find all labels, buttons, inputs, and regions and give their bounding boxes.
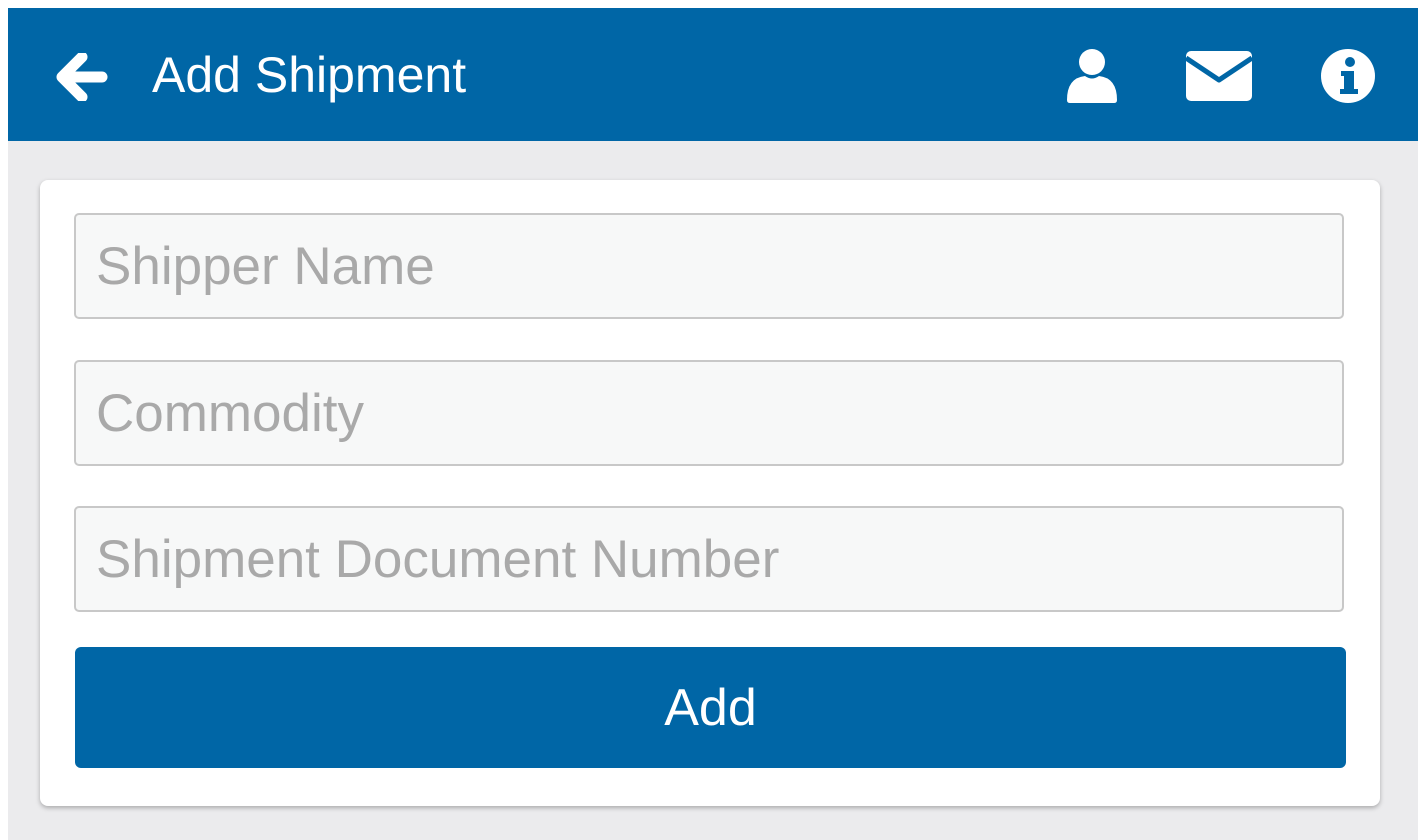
mail-button[interactable] <box>1184 44 1254 108</box>
shipment-document-number-input[interactable] <box>74 506 1344 612</box>
info-button[interactable] <box>1320 44 1376 108</box>
arrow-left-icon <box>56 53 108 101</box>
envelope-icon <box>1185 51 1253 101</box>
shipper-name-input[interactable] <box>74 213 1344 319</box>
shipment-form-card: Add <box>40 180 1380 806</box>
back-button[interactable] <box>52 49 112 105</box>
info-icon <box>1321 49 1375 103</box>
commodity-input[interactable] <box>74 360 1344 466</box>
add-button[interactable]: Add <box>75 647 1346 768</box>
app-frame: Add Shipment Add <box>8 8 1418 840</box>
app-header: Add Shipment <box>8 8 1418 141</box>
user-icon <box>1067 49 1117 103</box>
user-button[interactable] <box>1064 44 1120 108</box>
page-title: Add Shipment <box>152 47 467 103</box>
